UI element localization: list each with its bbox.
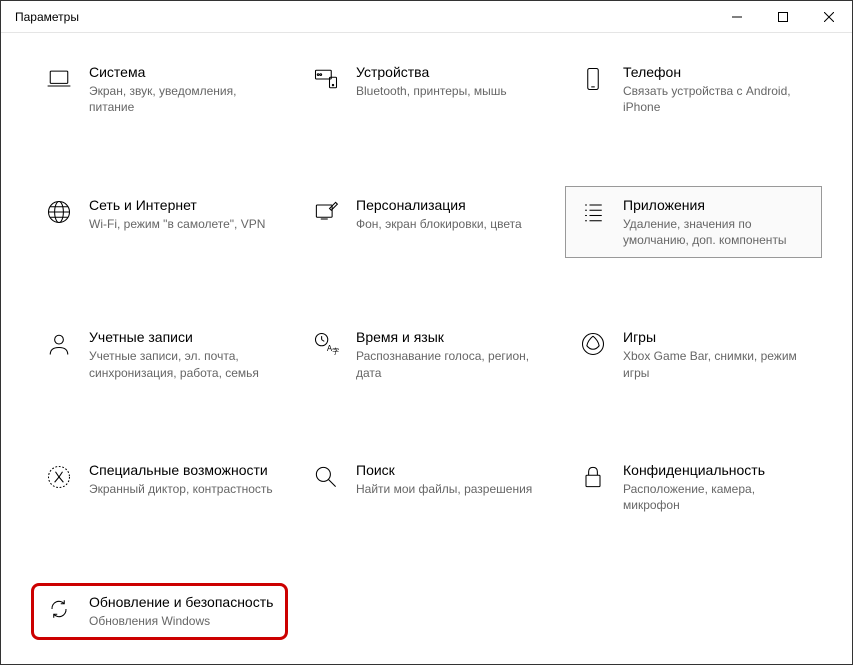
tile-desc: Связать устройства с Android, iPhone <box>623 83 810 115</box>
tile-desc: Расположение, камера, микрофон <box>623 481 810 513</box>
tile-desc: Обновления Windows <box>89 613 276 629</box>
maximize-button[interactable] <box>760 1 806 32</box>
tile-title: Время и язык <box>356 328 543 346</box>
accessibility-icon <box>43 461 75 493</box>
tile-title: Телефон <box>623 63 810 81</box>
search-icon <box>310 461 342 493</box>
tile-search[interactable]: Поиск Найти мои файлы, разрешения <box>298 451 555 524</box>
tile-title: Система <box>89 63 276 81</box>
gaming-icon <box>577 328 609 360</box>
tile-desc: Wi-Fi, режим "в самолете", VPN <box>89 216 276 232</box>
globe-icon <box>43 196 75 228</box>
tile-desc: Удаление, значения по умолчанию, доп. ко… <box>623 216 810 248</box>
tile-desc: Экран, звук, уведомления, питание <box>89 83 276 115</box>
laptop-icon <box>43 63 75 95</box>
tile-update-security[interactable]: Обновление и безопасность Обновления Win… <box>31 583 288 639</box>
tile-title: Конфиденциальность <box>623 461 810 479</box>
tile-title: Персонализация <box>356 196 543 214</box>
tile-desc: Учетные записи, эл. почта, синхронизация… <box>89 348 276 380</box>
tile-desc: Экранный диктор, контрастность <box>89 481 276 497</box>
tile-desc: Фон, экран блокировки, цвета <box>356 216 543 232</box>
tile-accounts[interactable]: Учетные записи Учетные записи, эл. почта… <box>31 318 288 391</box>
phone-icon <box>577 63 609 95</box>
tile-network[interactable]: Сеть и Интернет Wi-Fi, режим "в самолете… <box>31 186 288 259</box>
tile-title: Игры <box>623 328 810 346</box>
tile-system[interactable]: Система Экран, звук, уведомления, питани… <box>31 53 288 126</box>
apps-icon <box>577 196 609 228</box>
update-icon <box>43 593 75 625</box>
devices-icon <box>310 63 342 95</box>
lock-icon <box>577 461 609 493</box>
close-button[interactable] <box>806 1 852 32</box>
accounts-icon <box>43 328 75 360</box>
tile-gaming[interactable]: Игры Xbox Game Bar, снимки, режим игры <box>565 318 822 391</box>
titlebar: Параметры <box>1 1 852 33</box>
tile-title: Приложения <box>623 196 810 214</box>
settings-grid: Система Экран, звук, уведомления, питани… <box>1 33 852 660</box>
tile-title: Обновление и безопасность <box>89 593 276 611</box>
window-controls <box>714 1 852 32</box>
tile-desc: Xbox Game Bar, снимки, режим игры <box>623 348 810 380</box>
personalization-icon <box>310 196 342 228</box>
tile-title: Поиск <box>356 461 543 479</box>
tile-time-language[interactable]: A字 Время и язык Распознавание голоса, ре… <box>298 318 555 391</box>
svg-text:字: 字 <box>332 347 339 356</box>
window-title: Параметры <box>15 10 79 24</box>
tile-privacy[interactable]: Конфиденциальность Расположение, камера,… <box>565 451 822 524</box>
tile-title: Учетные записи <box>89 328 276 346</box>
tile-title: Сеть и Интернет <box>89 196 276 214</box>
tile-phone[interactable]: Телефон Связать устройства с Android, iP… <box>565 53 822 126</box>
time-language-icon: A字 <box>310 328 342 360</box>
tile-apps[interactable]: Приложения Удаление, значения по умолчан… <box>565 186 822 259</box>
tile-devices[interactable]: Устройства Bluetooth, принтеры, мышь <box>298 53 555 126</box>
tile-desc: Распознавание голоса, регион, дата <box>356 348 543 380</box>
tile-desc: Найти мои файлы, разрешения <box>356 481 543 497</box>
tile-accessibility[interactable]: Специальные возможности Экранный диктор,… <box>31 451 288 524</box>
tile-personalization[interactable]: Персонализация Фон, экран блокировки, цв… <box>298 186 555 259</box>
tile-title: Специальные возможности <box>89 461 276 479</box>
tile-desc: Bluetooth, принтеры, мышь <box>356 83 543 99</box>
tile-title: Устройства <box>356 63 543 81</box>
minimize-button[interactable] <box>714 1 760 32</box>
